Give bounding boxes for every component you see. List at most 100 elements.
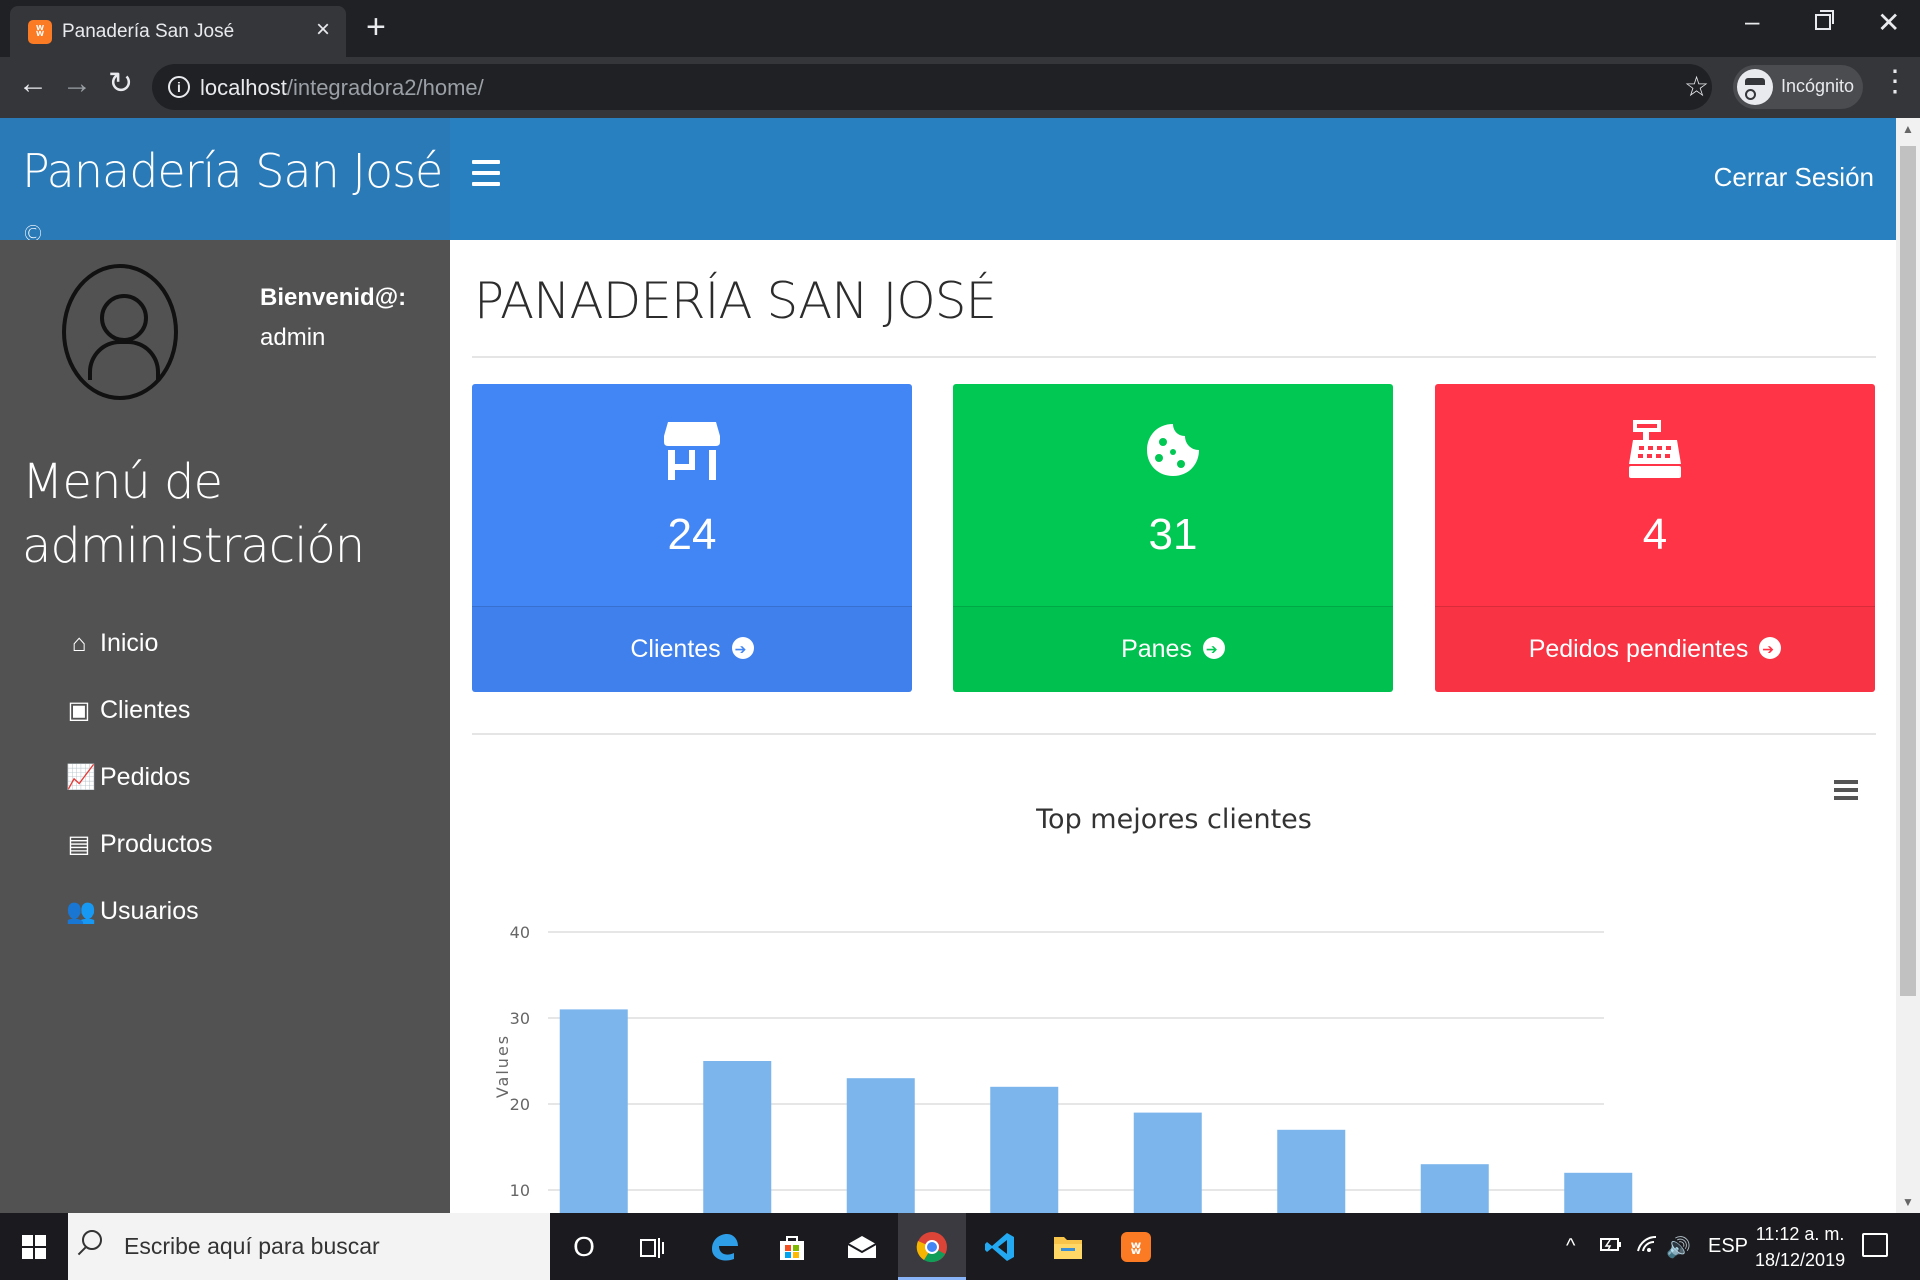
chart-y-tick-label: 20	[510, 1095, 530, 1114]
chart-y-axis-label: Values	[493, 1034, 512, 1098]
store-icon	[664, 422, 720, 480]
svg-text:ʬ: ʬ	[1131, 1238, 1142, 1259]
battery-icon[interactable]	[1600, 1235, 1622, 1259]
top-navbar: Cerrar Sesión	[450, 118, 1896, 240]
panes-link[interactable]: Panes	[953, 606, 1393, 692]
arrow-circle-right-icon	[1202, 607, 1225, 691]
windows-taskbar: Escribe aquí para buscar O ʬ ^ 🔊 ESP 11:…	[0, 1213, 1920, 1280]
clock-date: 18/12/2019	[1755, 1250, 1846, 1270]
edge-icon[interactable]	[702, 1225, 746, 1269]
arrow-circle-right-icon	[731, 607, 754, 691]
xampp-icon[interactable]: ʬ	[1114, 1225, 1158, 1269]
browser-menu-icon[interactable]: ⋮	[1880, 67, 1910, 97]
sidebar-item-clientes[interactable]: ▣ Clientes	[66, 677, 213, 744]
bookmark-star-icon[interactable]: ☆	[1684, 70, 1709, 103]
sidebar-menu: ⌂ Inicio ▣ Clientes 📈 Pedidos ▤ Producto…	[66, 610, 213, 945]
chart-bar[interactable]	[990, 1086, 1059, 1213]
window-close-button[interactable]: ✕	[1877, 6, 1900, 39]
pedidos-count: 4	[1642, 510, 1668, 559]
incognito-icon	[1737, 69, 1773, 105]
address-card-icon: ▣	[67, 696, 91, 724]
language-indicator[interactable]: ESP	[1708, 1235, 1748, 1258]
sidebar-item-label: Clientes	[100, 696, 191, 724]
tray-expand-icon[interactable]: ^	[1566, 1235, 1575, 1258]
clock[interactable]: 11:12 a. m. 18/12/2019	[1755, 1221, 1845, 1273]
sidebar-item-pedidos[interactable]: 📈 Pedidos	[66, 744, 213, 811]
pedidos-link-label: Pedidos pendientes	[1528, 635, 1749, 663]
clientes-link-label: Clientes	[630, 635, 721, 663]
windows-start-icon[interactable]	[22, 1235, 46, 1259]
vscode-icon[interactable]	[978, 1225, 1022, 1269]
forward-button[interactable]: →	[62, 69, 92, 99]
brand-bar: Panadería San José ©	[0, 118, 450, 247]
panes-link-label: Panes	[1121, 635, 1192, 663]
sidebar-item-productos[interactable]: ▤ Productos	[66, 811, 213, 878]
page-scrollbar[interactable]: ▲ ▼	[1896, 118, 1920, 1213]
chart-bar[interactable]	[1133, 1112, 1202, 1213]
wifi-icon[interactable]	[1636, 1235, 1658, 1259]
mail-icon[interactable]	[840, 1225, 884, 1269]
volume-icon[interactable]: 🔊	[1666, 1235, 1691, 1260]
brand-name: Panadería San José	[22, 144, 443, 198]
users-icon: 👥	[66, 897, 96, 925]
page-title: PANADERÍA SAN JOSÉ	[474, 272, 997, 330]
incognito-label: Incógnito	[1781, 76, 1855, 96]
back-button[interactable]: ←	[18, 69, 48, 99]
cortana-icon[interactable]: O	[562, 1225, 606, 1269]
window-minimize-button[interactable]: –	[1745, 6, 1759, 37]
pedidos-card: 4 Pedidos pendientes	[1435, 384, 1875, 692]
address-bar[interactable]: i localhost/integradora2/home/ ☆	[152, 64, 1712, 110]
divider	[472, 733, 1876, 735]
clock-time: 11:12 a. m.	[1755, 1224, 1845, 1244]
page-viewport: Panadería San José © Cerrar Sesión Bienv…	[0, 118, 1920, 1213]
divider	[472, 356, 1876, 358]
window-restore-button[interactable]	[1815, 10, 1834, 30]
incognito-badge[interactable]: Incógnito	[1733, 65, 1863, 109]
chart-menu-icon[interactable]	[1834, 780, 1858, 800]
url-host: localhost	[200, 75, 287, 100]
url-text[interactable]: localhost/integradora2/home/	[200, 75, 484, 101]
user-avatar-icon	[62, 264, 178, 400]
chart-bar[interactable]	[1564, 1172, 1633, 1213]
box-icon: ▤	[67, 830, 91, 858]
chart-bar[interactable]	[846, 1078, 915, 1213]
chrome-icon[interactable]	[910, 1225, 954, 1269]
chart-bar[interactable]	[1277, 1129, 1346, 1213]
cookie-icon	[1147, 424, 1199, 476]
browser-toolbar: ← → ↻ i localhost/integradora2/home/ ☆ I…	[0, 57, 1920, 118]
chart-bar[interactable]	[559, 1009, 628, 1213]
tab-close-icon[interactable]: ×	[316, 17, 330, 43]
scroll-down-icon[interactable]: ▼	[1902, 1195, 1914, 1209]
chart-bar[interactable]	[1420, 1164, 1489, 1213]
line-chart-icon: 📈	[66, 763, 96, 791]
sidebar-item-label: Inicio	[100, 629, 159, 657]
chart-svg: 10 20 30 40 Top mejores clientes Values	[493, 804, 1633, 1213]
logout-link[interactable]: Cerrar Sesión	[1714, 162, 1874, 193]
task-view-icon[interactable]	[630, 1225, 674, 1269]
arrow-circle-right-icon	[1759, 607, 1782, 691]
reload-button[interactable]: ↻	[108, 69, 133, 99]
scroll-up-icon[interactable]: ▲	[1902, 122, 1914, 136]
pedidos-link[interactable]: Pedidos pendientes	[1435, 606, 1875, 692]
store-app-icon[interactable]	[770, 1225, 814, 1269]
new-tab-button[interactable]: +	[366, 10, 386, 44]
chart-title: Top mejores clientes	[1035, 804, 1312, 835]
clientes-link[interactable]: Clientes	[472, 606, 912, 692]
brand-logo[interactable]: Panadería San José ©	[22, 144, 450, 252]
file-explorer-icon[interactable]	[1046, 1225, 1090, 1269]
menu-title: Menú de administración	[22, 454, 365, 574]
sidebar-item-label: Pedidos	[100, 763, 191, 791]
action-center-icon[interactable]	[1862, 1233, 1888, 1257]
chart-bar[interactable]	[703, 1061, 772, 1213]
sidebar-item-label: Usuarios	[100, 897, 199, 925]
taskbar-search-input[interactable]: Escribe aquí para buscar	[68, 1213, 550, 1280]
welcome-label: Bienvenid@:	[260, 284, 407, 311]
sidebar-item-inicio[interactable]: ⌂ Inicio	[66, 610, 213, 677]
site-info-icon[interactable]: i	[168, 76, 190, 98]
clientes-card: 24 Clientes	[472, 384, 912, 692]
browser-tab[interactable]: ʬ Panadería San José ×	[10, 6, 346, 57]
scroll-thumb[interactable]	[1900, 146, 1916, 996]
sidebar-item-usuarios[interactable]: 👥 Usuarios	[66, 878, 213, 945]
cash-register-icon	[1629, 420, 1681, 478]
sidebar-toggle-icon[interactable]	[472, 160, 500, 186]
